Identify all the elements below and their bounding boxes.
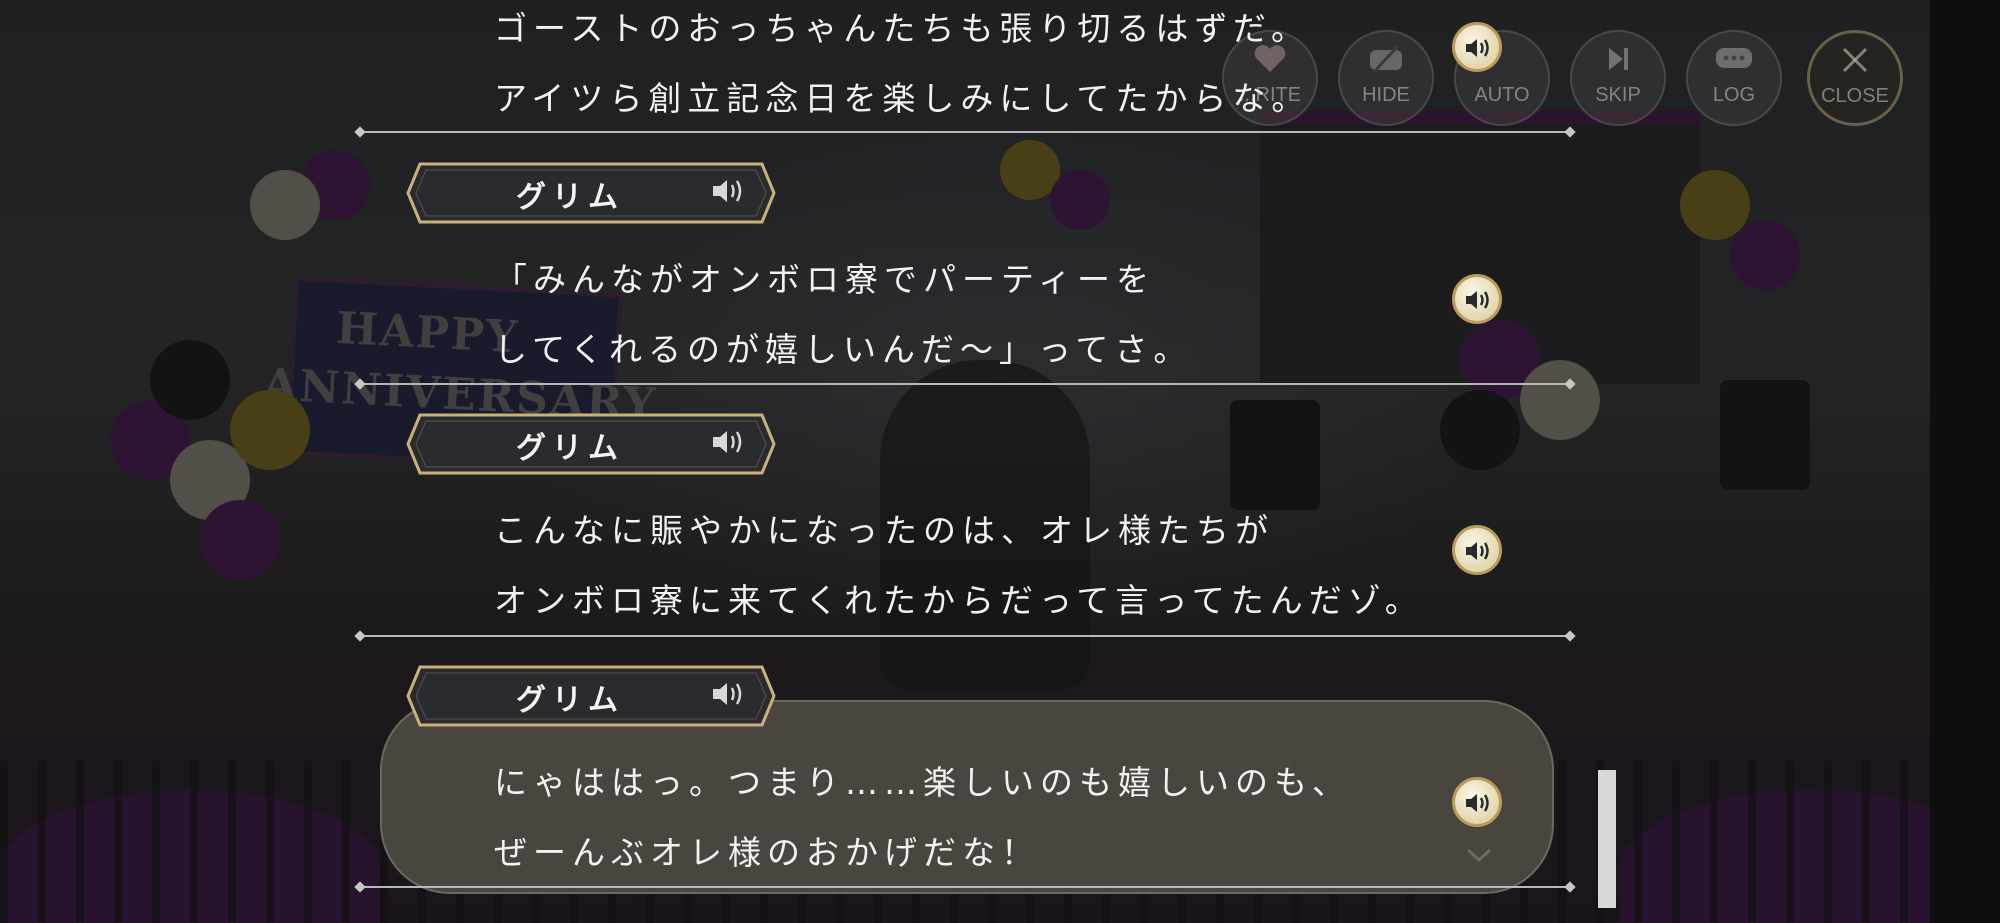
voice-play-button[interactable] (1452, 777, 1502, 827)
close-button[interactable]: CLOSE (1807, 30, 1903, 126)
speaker-voice-icon[interactable] (711, 427, 747, 457)
speaker-nameplate: グリム (406, 665, 776, 727)
close-label: CLOSE (1821, 85, 1889, 107)
speaker-voice-icon[interactable] (711, 176, 747, 206)
log-line: 「みんながオンボロ寮でパーティーを (494, 260, 1156, 299)
hide-label: HIDE (1362, 84, 1410, 106)
skip-label: SKIP (1595, 84, 1641, 106)
screen-edge (1930, 0, 2000, 923)
speaker-icon (1466, 291, 1489, 309)
eye-slash-icon (1340, 44, 1432, 80)
log-line: してくれるのが嬉しいんだ～」ってさ。 (494, 330, 1193, 369)
log-separator (360, 886, 1570, 888)
log-separator (360, 131, 1570, 133)
log-line: アイツら創立記念日を楽しみにしてたからな。 (494, 79, 1311, 118)
auto-label: AUTO (1474, 84, 1530, 106)
log-separator (360, 635, 1570, 637)
chevron-down-icon (1466, 848, 1492, 862)
log-line: こんなに賑やかになったのは、オレ様たちが (494, 511, 1274, 550)
speaker-name: グリム (516, 683, 624, 718)
voice-play-button[interactable] (1452, 525, 1502, 575)
log-line: ぜーんぶオレ様のおかげだな！ (494, 833, 1040, 872)
speaker-icon (1466, 794, 1489, 812)
log-button[interactable]: LOG (1686, 30, 1782, 126)
log-line: ゴーストのおっちゃんたちも張り切るはずだ。 (494, 9, 1311, 48)
log-label: LOG (1712, 84, 1756, 106)
skip-button[interactable]: SKIP (1570, 30, 1666, 126)
log-icon (1688, 44, 1780, 80)
voice-play-button[interactable] (1452, 22, 1502, 72)
voice-play-button[interactable] (1452, 274, 1502, 324)
log-scrollbar[interactable] (1598, 770, 1616, 908)
log-separator (360, 383, 1570, 385)
hide-button[interactable]: HIDE (1338, 30, 1434, 126)
speaker-icon (1466, 542, 1489, 560)
speaker-name: グリム (516, 180, 624, 215)
speaker-nameplate: グリム (406, 413, 776, 475)
speaker-nameplate: グリム (406, 162, 776, 224)
close-icon (1810, 45, 1900, 81)
speaker-name: グリム (516, 431, 624, 466)
speaker-icon (1466, 39, 1489, 57)
speaker-voice-icon[interactable] (711, 679, 747, 709)
log-line: にゃははっ。つまり……楽しいのも嬉しいのも、 (494, 763, 1352, 802)
skip-icon (1572, 44, 1664, 80)
log-line: オンボロ寮に来てくれたからだって言ってたんだゾ。 (494, 581, 1424, 620)
